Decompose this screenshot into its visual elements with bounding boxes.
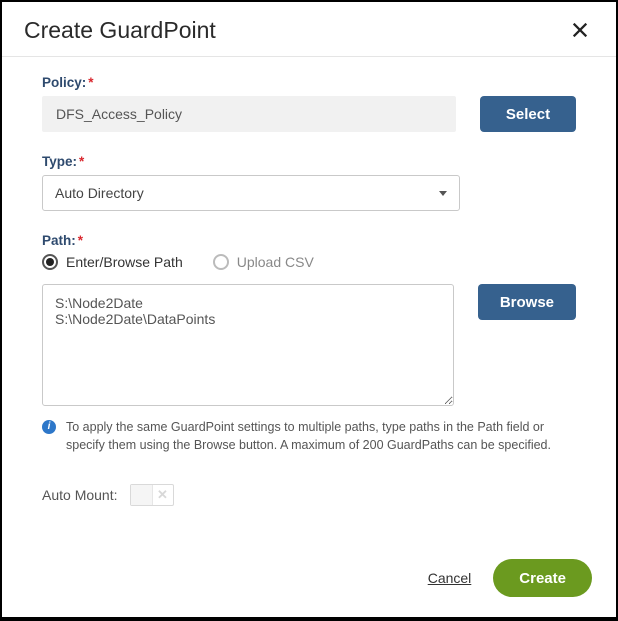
dialog-header: Create GuardPoint (2, 2, 616, 57)
path-input-row: Browse (42, 284, 576, 409)
type-selected-value: Auto Directory (55, 185, 144, 201)
path-info-text: To apply the same GuardPoint settings to… (66, 419, 576, 454)
radio-icon (42, 254, 58, 270)
radio-icon (213, 254, 229, 270)
auto-mount-toggle[interactable]: ✕ (130, 484, 174, 506)
info-icon: i (42, 420, 56, 434)
path-textarea[interactable] (42, 284, 454, 406)
dialog-footer: Cancel Create (2, 559, 616, 617)
path-info-note: i To apply the same GuardPoint settings … (42, 419, 576, 454)
toggle-off-icon: ✕ (153, 485, 173, 505)
browse-path-button[interactable]: Browse (478, 284, 576, 320)
required-marker: * (88, 75, 93, 90)
dialog-body: Policy:* DFS_Access_Policy Select Type:*… (2, 57, 616, 559)
policy-value-display: DFS_Access_Policy (42, 96, 456, 132)
type-label: Type:* (42, 154, 576, 169)
path-label: Path:* (42, 233, 576, 248)
chevron-down-icon (439, 191, 447, 196)
required-marker: * (78, 233, 83, 248)
create-guardpoint-dialog: Create GuardPoint Policy:* DFS_Access_Po… (2, 2, 616, 617)
policy-field: Policy:* DFS_Access_Policy Select (42, 75, 576, 132)
create-button[interactable]: Create (493, 559, 592, 597)
required-marker: * (79, 154, 84, 169)
select-policy-button[interactable]: Select (480, 96, 576, 132)
auto-mount-field: Auto Mount: ✕ (42, 484, 576, 506)
path-field: Path:* Enter/Browse Path Upload CSV (42, 233, 576, 270)
radio-enter-browse-path[interactable]: Enter/Browse Path (42, 254, 183, 270)
policy-label: Policy:* (42, 75, 576, 90)
radio-upload-csv[interactable]: Upload CSV (213, 254, 314, 270)
cancel-button[interactable]: Cancel (424, 566, 476, 590)
dialog-title: Create GuardPoint (24, 17, 216, 44)
type-dropdown[interactable]: Auto Directory (42, 175, 460, 211)
close-icon (571, 21, 589, 39)
close-button[interactable] (566, 16, 594, 44)
type-field: Type:* Auto Directory (42, 154, 576, 211)
path-mode-radio-group: Enter/Browse Path Upload CSV (42, 254, 576, 270)
auto-mount-label: Auto Mount: (42, 487, 118, 503)
toggle-knob (131, 485, 153, 505)
